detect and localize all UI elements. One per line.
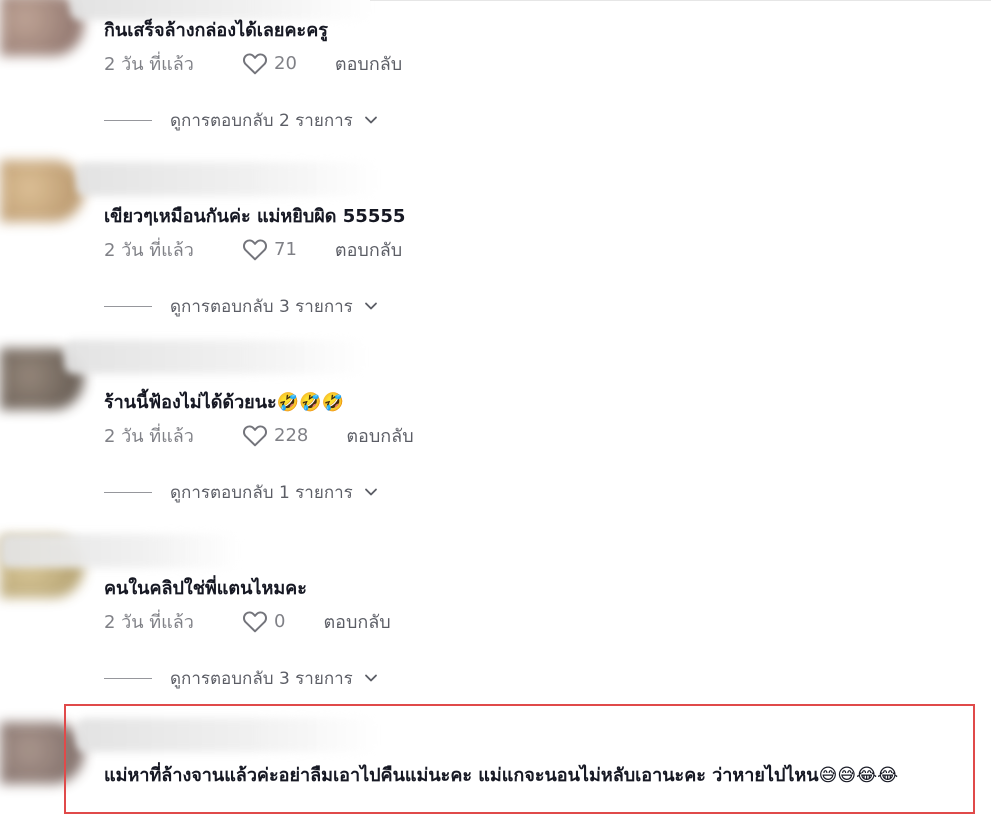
comment-time: 2 วัน ที่แล้ว xyxy=(104,239,194,261)
chevron-down-icon[interactable] xyxy=(363,670,379,686)
comment-meta: 2 วัน ที่แล้ว 71 ตอบกลับ xyxy=(104,236,402,262)
like-button[interactable]: 0 xyxy=(242,609,285,633)
comment-text: กินเสร็จล้างกล่องได้เลยคะครู xyxy=(104,20,328,41)
username-redacted xyxy=(0,534,240,568)
username-redacted xyxy=(70,0,370,20)
avatar[interactable] xyxy=(0,160,84,222)
username-redacted xyxy=(76,162,376,196)
chevron-down-icon[interactable] xyxy=(363,298,379,314)
comment-meta: 2 วัน ที่แล้ว 228 ตอบกลับ xyxy=(104,422,414,448)
avatar[interactable] xyxy=(0,722,84,784)
replies-divider xyxy=(104,677,152,679)
replies-divider xyxy=(104,305,152,307)
comment-meta: 2 วัน ที่แล้ว 20 ตอบกลับ xyxy=(104,50,402,76)
like-count: 71 xyxy=(274,238,297,260)
top-divider xyxy=(370,0,991,1)
comment-meta: 2 วัน ที่แล้ว 0 ตอบกลับ xyxy=(104,608,391,634)
comment-time: 2 วัน ที่แล้ว xyxy=(104,425,194,447)
view-replies-button[interactable]: ดูการตอบกลับ 3 รายการ xyxy=(104,294,379,318)
like-button[interactable]: 71 xyxy=(242,237,297,261)
reply-button[interactable]: ตอบกลับ xyxy=(323,607,390,636)
like-button[interactable]: 20 xyxy=(242,51,297,75)
chevron-down-icon[interactable] xyxy=(363,484,379,500)
comment-text: เขียวๆเหมือนกันค่ะ แม่หยิบผิด 55555 xyxy=(104,206,406,227)
view-replies-label[interactable]: ดูการตอบกลับ 2 รายการ xyxy=(170,107,353,134)
comment-text: คนในคลิปใช่พี่แตนไหมคะ xyxy=(104,578,307,599)
comment-text: ร้านนี้ฟ้องไม่ได้ด้วยนะ🤣🤣🤣 xyxy=(104,392,344,413)
view-replies-label[interactable]: ดูการตอบกลับ 3 รายการ xyxy=(170,665,353,692)
reply-button[interactable]: ตอบกลับ xyxy=(335,49,402,78)
view-replies-button[interactable]: ดูการตอบกลับ 3 รายการ xyxy=(104,666,379,690)
replies-divider xyxy=(104,119,152,121)
like-count: 20 xyxy=(274,52,297,74)
view-replies-button[interactable]: ดูการตอบกลับ 2 รายการ xyxy=(104,108,379,132)
view-replies-label[interactable]: ดูการตอบกลับ 3 รายการ xyxy=(170,293,353,320)
heart-outline-icon[interactable] xyxy=(242,423,268,447)
heart-outline-icon[interactable] xyxy=(242,609,268,633)
replies-divider xyxy=(104,491,152,493)
like-count: 0 xyxy=(274,610,286,632)
username-redacted xyxy=(76,718,376,752)
heart-outline-icon[interactable] xyxy=(242,237,268,261)
comment-text: แม่หาที่ล้างจานแล้วค่ะอย่าลืมเอาไปคืนแม่… xyxy=(104,765,899,786)
comment-time: 2 วัน ที่แล้ว xyxy=(104,611,194,633)
like-count: 228 xyxy=(274,424,309,446)
reply-button[interactable]: ตอบกลับ xyxy=(346,421,413,450)
username-redacted xyxy=(64,340,364,374)
chevron-down-icon[interactable] xyxy=(363,112,379,128)
reply-button[interactable]: ตอบกลับ xyxy=(335,235,402,264)
heart-outline-icon[interactable] xyxy=(242,51,268,75)
like-button[interactable]: 228 xyxy=(242,423,308,447)
comments-page: กินเสร็จล้างกล่องได้เลยคะครู 2 วัน ที่แล… xyxy=(0,0,991,824)
comment-time: 2 วัน ที่แล้ว xyxy=(104,53,194,75)
view-replies-label[interactable]: ดูการตอบกลับ 1 รายการ xyxy=(170,479,353,506)
view-replies-button[interactable]: ดูการตอบกลับ 1 รายการ xyxy=(104,480,379,504)
